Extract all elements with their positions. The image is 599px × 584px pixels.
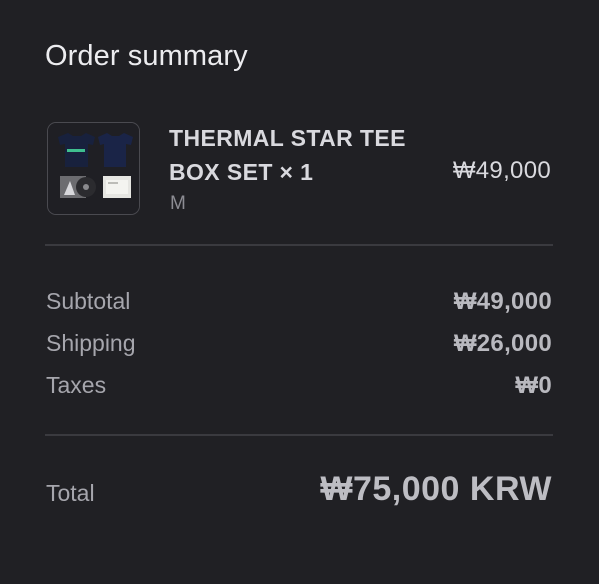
shipping-value: ₩26,000 bbox=[453, 330, 552, 357]
total-value: ₩75,000 KRW bbox=[320, 470, 552, 508]
divider bbox=[45, 244, 553, 246]
product-price: ₩49,000 bbox=[452, 157, 551, 184]
product-box-set-icon bbox=[48, 123, 139, 214]
order-summary-panel: Order summary THERMAL STAR TEE BOX SET ×… bbox=[0, 0, 599, 584]
product-thumbnail[interactable] bbox=[47, 122, 140, 215]
shipping-label: Shipping bbox=[46, 330, 136, 356]
taxes-value: ₩0 bbox=[515, 372, 552, 399]
order-summary-title: Order summary bbox=[45, 40, 248, 72]
taxes-label: Taxes bbox=[46, 372, 107, 398]
product-name: THERMAL STAR TEE BOX SET × 1 bbox=[169, 125, 406, 185]
divider bbox=[45, 434, 553, 436]
subtotal-value: ₩49,000 bbox=[453, 288, 552, 315]
subtotal-label: Subtotal bbox=[46, 288, 131, 314]
total-label: Total bbox=[46, 480, 95, 506]
product-variant: M bbox=[170, 193, 186, 214]
